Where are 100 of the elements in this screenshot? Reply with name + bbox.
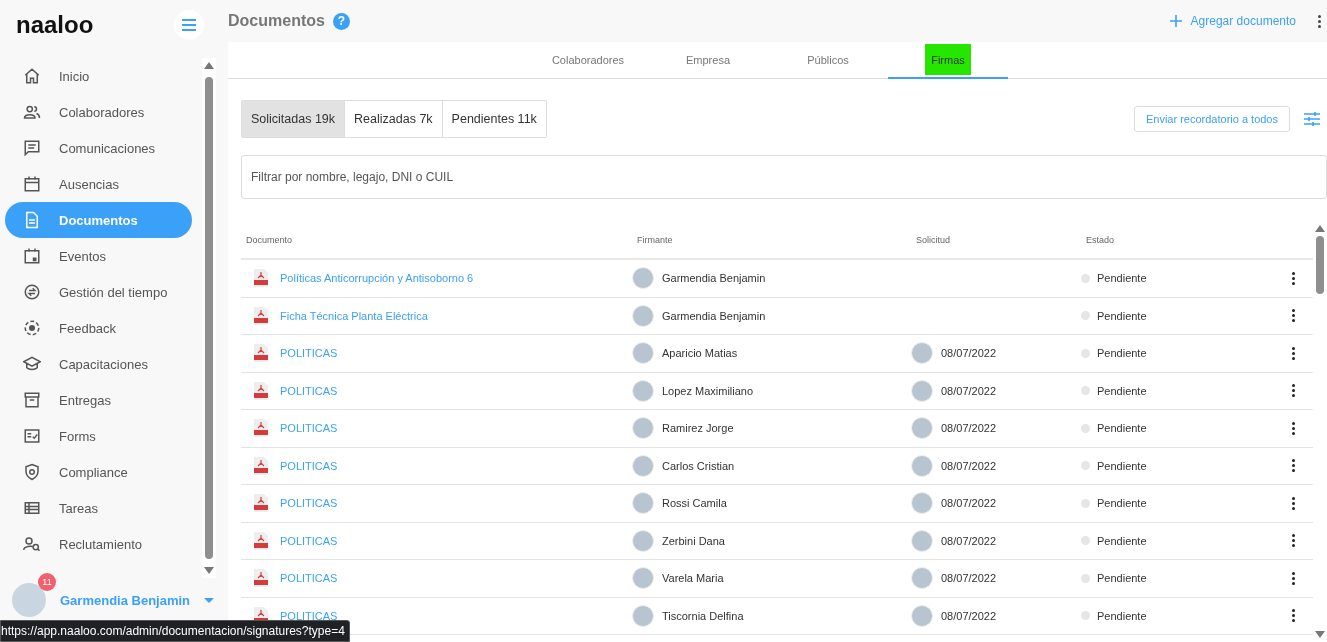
document-link[interactable]: POLITICAS [280, 534, 338, 547]
tab[interactable]: Colaboradores [528, 42, 648, 79]
sidebar-item[interactable]: Tareas [5, 490, 192, 526]
column-header: Solicitud [915, 234, 952, 245]
chat-icon [23, 139, 41, 157]
status-dot [1081, 386, 1090, 396]
signer-name: Aparicio Matias [662, 347, 738, 360]
people-icon [23, 103, 41, 121]
document-link[interactable]: POLITICAS [280, 609, 338, 622]
signer-name: Carlos Cristian [662, 459, 735, 472]
sidebar-item[interactable]: Compliance [5, 454, 192, 490]
request-date: 08/07/2022 [941, 572, 997, 585]
menu-button[interactable] [174, 10, 204, 40]
status-dot [1081, 311, 1090, 321]
sidebar-item[interactable]: Capacitaciones [5, 346, 192, 382]
status-dot [1081, 348, 1090, 358]
clock-arrows-icon [23, 283, 41, 301]
avatar [632, 267, 654, 290]
user-name[interactable]: Garmendia Benjamin [60, 592, 191, 608]
sidebar-scrollbar[interactable] [202, 58, 216, 578]
avatar [632, 604, 654, 627]
pdf-file-icon [253, 344, 269, 363]
status-dot [1081, 536, 1090, 546]
more-icon[interactable] [1318, 14, 1321, 28]
calendar-event-icon [23, 247, 41, 265]
document-link[interactable]: POLITICAS [280, 384, 338, 397]
page-title: Documentos [228, 12, 325, 30]
status-text: Pendiente [1097, 534, 1147, 547]
document-link[interactable]: POLITICAS [280, 422, 338, 435]
status-dot [1081, 461, 1090, 471]
sidebar-item[interactable]: Eventos [5, 238, 192, 274]
document-link[interactable]: POLITICAS [280, 572, 338, 585]
document-link[interactable]: Políticas Anticorrupción y Antisoborno 6 [280, 272, 474, 285]
document-link[interactable]: Ficha Técnica Planta Eléctrica [280, 309, 428, 322]
pdf-file-icon [253, 381, 269, 400]
avatar [911, 567, 933, 590]
avatar [632, 567, 654, 590]
signer-name: Lopez Maximiliano [662, 384, 754, 397]
document-link[interactable]: POLITICAS [280, 459, 338, 472]
signer-name: Garmendia Benjamin [662, 309, 766, 322]
avatar [911, 342, 933, 365]
tab[interactable]: Firmas [888, 42, 1008, 79]
sidebar-item[interactable]: Documentos [5, 202, 192, 238]
status-text: Pendiente [1097, 459, 1147, 472]
reminder-button[interactable]: Enviar recordatorio a todos [1133, 106, 1290, 132]
sidebar-item[interactable]: Colaboradores [5, 94, 192, 130]
url-tooltip: https://app.naaloo.com/admin/documentacion/signatures?type=4 [0, 620, 350, 642]
graduation-cap-icon [23, 355, 41, 373]
add-document-button[interactable]: Agregar documento [1169, 14, 1296, 28]
tab[interactable]: Públicos [768, 42, 888, 79]
status-text: Pendiente [1097, 309, 1147, 322]
plus-icon [1169, 15, 1182, 27]
avatar [632, 492, 654, 515]
avatar [632, 529, 654, 552]
avatar [632, 417, 654, 440]
caret-icon[interactable] [204, 597, 215, 603]
status-text: Pendiente [1097, 384, 1147, 397]
avatar [632, 379, 654, 402]
signer-name: Zerbini Dana [662, 534, 725, 547]
document-link[interactable]: POLITICAS [280, 347, 338, 360]
sliders-icon[interactable] [1304, 111, 1320, 127]
avatar [632, 454, 654, 477]
signer-name: Garmendia Benjamin [662, 272, 766, 285]
home-icon [23, 67, 41, 85]
status-dot [1081, 573, 1090, 583]
column-header: Firmante [636, 234, 674, 245]
request-date: 08/07/2022 [941, 422, 997, 435]
request-date: 08/07/2022 [941, 497, 997, 510]
pdf-file-icon [253, 531, 269, 550]
sidebar-item[interactable]: Comunicaciones [5, 130, 192, 166]
avatar [911, 417, 933, 440]
notification-badge: 11 [38, 573, 56, 591]
pdf-file-icon [253, 494, 269, 513]
sidebar-item[interactable]: Entregas [5, 382, 192, 418]
avatar [911, 492, 933, 515]
avatar [632, 342, 654, 365]
user-avatar[interactable] [12, 583, 46, 617]
help-icon[interactable]: ? [332, 12, 350, 30]
segment-button[interactable]: Solicitadas 19k [242, 101, 346, 137]
sidebar-item[interactable]: Gestión del tiempo [5, 274, 192, 310]
status-text: Pendiente [1097, 609, 1147, 622]
avatar [911, 454, 933, 477]
status-dot [1081, 498, 1090, 508]
brand-logo: naaloo [16, 11, 94, 39]
sidebar-item[interactable]: Inicio [5, 58, 192, 94]
sidebar-item[interactable]: Reclutamiento [5, 526, 192, 562]
sidebar-item[interactable]: Feedback [5, 310, 192, 346]
signer-name: Rossi Camila [662, 497, 727, 510]
request-date: 08/07/2022 [941, 534, 997, 547]
avatar [911, 379, 933, 402]
document-link[interactable]: POLITICAS [280, 497, 338, 510]
sidebar-item[interactable]: Forms [5, 418, 192, 454]
status-text: Pendiente [1097, 497, 1147, 510]
signer-name: Ramirez Jorge [662, 422, 734, 435]
search-field[interactable]: Filtrar por nombre, legajo, DNI o CUIL [241, 155, 1327, 199]
checklist-icon [23, 427, 41, 445]
pdf-file-icon [253, 419, 269, 438]
tab[interactable]: Empresa [648, 42, 768, 79]
status-text: Pendiente [1097, 422, 1147, 435]
sidebar-item[interactable]: Ausencias [5, 166, 192, 202]
